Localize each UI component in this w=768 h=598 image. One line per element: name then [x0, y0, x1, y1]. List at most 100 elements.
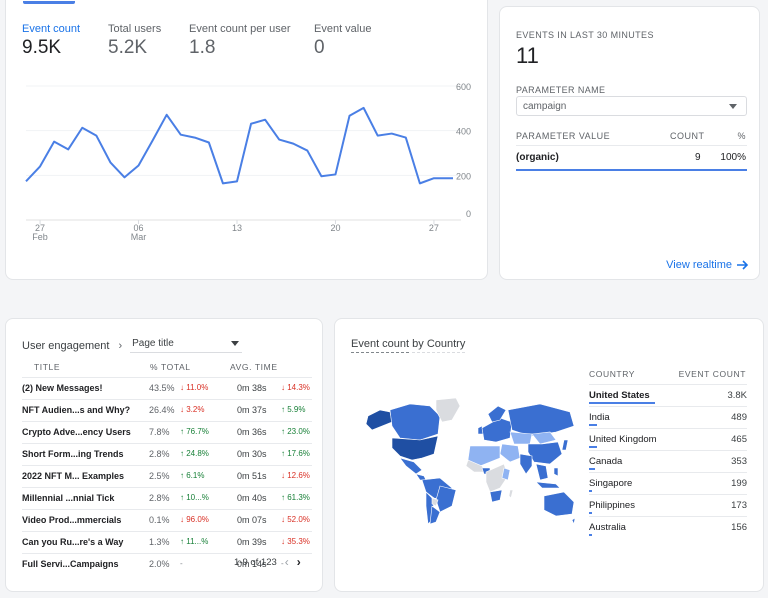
percent-total-change: ↓ 11.0% — [180, 383, 208, 392]
x-tick-sublabel: Feb — [32, 232, 48, 242]
page-title-cell: NFT Audien...s and Why? — [22, 405, 131, 415]
avg-time-change: ↑ 61.3% — [281, 493, 310, 502]
country-row[interactable]: Philippines 173 — [589, 494, 747, 516]
parameter-name-label: PARAMETER NAME — [516, 85, 606, 95]
map-region-madagascar[interactable] — [508, 489, 514, 499]
change-value: 5.9% — [287, 405, 306, 414]
dimension-select[interactable]: Page title — [130, 338, 243, 353]
map-region-india[interactable] — [519, 453, 533, 475]
percent-total-change: ↓ 3.2% — [180, 405, 204, 414]
column-header-parameter-value: PARAMETER VALUE — [516, 131, 611, 141]
map-region-united-states[interactable] — [391, 435, 439, 461]
map-region-middle-east[interactable] — [499, 443, 521, 463]
country-share-bar — [589, 534, 592, 536]
map-region-philippines[interactable] — [553, 467, 559, 477]
map-region-kazakhstan[interactable] — [509, 431, 533, 445]
column-header-percent: % — [737, 131, 746, 141]
map-region-indonesia[interactable] — [535, 481, 561, 489]
map-region-new-zealand[interactable] — [571, 517, 575, 525]
map-region-china[interactable] — [527, 441, 563, 465]
world-map[interactable] — [360, 396, 575, 526]
country-row[interactable]: United States 3.8K — [589, 384, 747, 406]
country-name: United Kingdom — [589, 434, 657, 445]
map-region-brazil[interactable] — [435, 485, 457, 513]
card-title: Event count by Country — [351, 338, 466, 353]
table-row[interactable]: Millennial ...nnial Tick 2.8% ↑ 10...% 0m 4… — [22, 487, 312, 507]
percent-total-change: ↓ 96.0% — [180, 515, 209, 524]
breadcrumb-user-engagement[interactable]: User engagement — [22, 340, 109, 352]
map-region-argentina[interactable] — [429, 505, 441, 525]
table-row[interactable]: Crypto Adve...ency Users 7.8% ↑ 76.7% 0m 36… — [22, 421, 312, 441]
page-title-cell: Full Servi...Campaigns — [22, 559, 119, 569]
percent-total-change: ↑ 76.7% — [180, 427, 209, 436]
country-row[interactable]: Canada 353 — [589, 450, 747, 472]
country-row[interactable]: Singapore 199 — [589, 472, 747, 494]
country-row[interactable]: United Kingdom 465 — [589, 428, 747, 450]
country-row[interactable]: India 489 — [589, 406, 747, 428]
percent-cell: 100% — [720, 152, 746, 163]
previous-page-button[interactable]: ‹ — [285, 555, 289, 569]
percent-total-cell: 43.5% — [149, 383, 175, 393]
country-event-count: 199 — [731, 478, 747, 489]
chevron-right-icon: › — [118, 339, 123, 352]
page-title-cell: (2) New Messages! — [22, 383, 103, 393]
percent-total-cell: 2.5% — [149, 471, 170, 481]
view-realtime-link[interactable]: View realtime — [666, 259, 749, 271]
column-header-event-count: EVENT COUNT — [678, 369, 746, 379]
table-row[interactable]: (2) New Messages! 43.5% ↓ 11.0% 0m 38s ↓ 14.… — [22, 377, 312, 397]
y-tick-label: 400 — [456, 127, 471, 137]
avg-time-cell: 0m 30s — [237, 449, 267, 459]
next-page-button[interactable]: › — [297, 555, 301, 569]
page-title-cell: 2022 NFT M... Examples — [22, 471, 125, 481]
pagination-status: 1-9 of 123 — [234, 556, 277, 568]
map-region-south-africa[interactable] — [489, 489, 503, 503]
country-share-bar — [589, 402, 655, 404]
engagement-header: User engagement › Page title — [22, 338, 243, 353]
country-share-bar — [589, 490, 592, 492]
x-tick-sublabel: Mar — [131, 232, 147, 242]
country-share-bar — [589, 512, 592, 514]
count-cell: 9 — [695, 152, 701, 163]
map-region-europe[interactable] — [481, 417, 513, 443]
metric-name[interactable]: Event count — [351, 338, 410, 353]
change-value: 24.8% — [186, 449, 209, 458]
change-value: - — [180, 559, 183, 568]
table-row[interactable]: Can you Ru...re's a Way 1.3% ↑ 11...% 0m 39… — [22, 531, 312, 551]
map-region-canada[interactable] — [389, 403, 441, 441]
page-title-cell: Short Form...ing Trends — [22, 449, 124, 459]
table-row[interactable]: Short Form...ing Trends 2.8% ↑ 24.8% 0m 30s… — [22, 443, 312, 463]
change-value: 61.3% — [287, 493, 310, 502]
realtime-heading: EVENTS IN LAST 30 MINUTES — [516, 30, 654, 40]
map-region-central-america[interactable] — [415, 473, 427, 481]
parameter-name-select[interactable]: campaign — [516, 96, 747, 116]
map-region-southeast-asia[interactable] — [535, 463, 549, 481]
dimension-name[interactable]: by Country — [412, 338, 466, 353]
avg-time-change: ↓ 12.6% — [281, 471, 310, 480]
map-region-alaska[interactable] — [365, 409, 393, 431]
realtime-event-count: 11 — [516, 43, 539, 68]
avg-time-change: ↓ 14.3% — [281, 383, 310, 392]
avg-time-change: ↑ 5.9% — [281, 405, 305, 414]
table-row[interactable]: NFT Audien...s and Why? 26.4% ↓ 3.2% 0m 37s… — [22, 399, 312, 419]
series-line-event-count[interactable] — [25, 106, 453, 185]
percent-total-cell: 26.4% — [149, 405, 175, 415]
map-region-russia[interactable] — [507, 403, 575, 437]
map-region-australia[interactable] — [543, 491, 575, 517]
map-region-mongolia[interactable] — [531, 431, 557, 445]
change-value: 96.0% — [186, 515, 209, 524]
column-header-country: COUNTRY — [589, 369, 636, 379]
table-row[interactable]: Video Prod...mmercials 0.1% ↓ 96.0% 0m 07s ↓… — [22, 509, 312, 529]
percent-total-change: ↑ 11...% — [180, 537, 208, 546]
page-title-cell: Can you Ru...re's a Way — [22, 537, 124, 547]
percent-total-cell: 2.8% — [149, 493, 170, 503]
map-region-mexico[interactable] — [399, 457, 423, 475]
country-row[interactable]: Australia 156 — [589, 516, 747, 538]
table-row[interactable]: 2022 NFT M... Examples 2.5% ↑ 6.1% 0m 51s ↓ … — [22, 465, 312, 485]
share-bar — [516, 169, 747, 171]
country-name: United States — [589, 390, 650, 401]
country-name: Australia — [589, 522, 626, 533]
change-value: 14.3% — [287, 383, 310, 392]
avg-time-change: ↓ 35.3% — [281, 537, 310, 546]
divider — [516, 145, 747, 146]
map-region-japan[interactable] — [561, 439, 569, 451]
